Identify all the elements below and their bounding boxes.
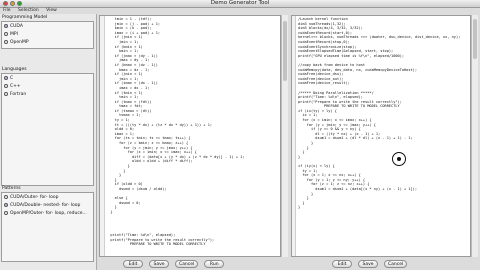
generated-editor-scrollbar[interactable]: [471, 15, 478, 257]
code-line: }: [298, 205, 301, 210]
options-panel: Programming Model CUDA MPI OpenMP Langua…: [0, 14, 97, 270]
mouse-cursor-icon: [392, 152, 406, 166]
menu-file[interactable]: File: [3, 8, 11, 13]
generated-code-editor[interactable]: /Launch kernel function dim3 numThreads(1…: [291, 15, 471, 257]
radio-icon: [4, 195, 8, 199]
radio-icon: [4, 84, 8, 88]
option-pattern-outer-loop[interactable]: CUDA/Outer- for- loop: [2, 193, 93, 201]
option-pattern-double-nested[interactable]: CUDA/Double- nested- for- loop: [2, 201, 93, 209]
source-code-editor[interactable]: tmin = 1 - (tdf); jmin = (j - pad) + 1; …: [99, 15, 281, 257]
edit-button[interactable]: Edit: [332, 260, 352, 268]
option-pattern-openmp-reduce[interactable]: OpenMP/Outer- for- loop, reduce...: [2, 209, 93, 217]
programming-model-group: Programming Model CUDA MPI OpenMP: [1, 15, 94, 49]
option-label: MPI: [10, 31, 18, 37]
save-button[interactable]: Save: [358, 260, 378, 268]
option-c[interactable]: C: [2, 74, 93, 82]
option-fortran[interactable]: Fortran: [2, 90, 93, 98]
radio-icon: [4, 24, 8, 28]
programming-model-options: CUDA MPI OpenMP: [1, 21, 94, 49]
option-label: OpenMP: [10, 39, 29, 45]
code-line: PREPARE TO WRITE TO MODEL CORRECTLY: [106, 242, 206, 247]
editor-gutter: [292, 16, 296, 256]
option-openmp[interactable]: OpenMP: [2, 38, 93, 46]
radio-icon: [4, 32, 8, 36]
menu-selection[interactable]: Selection: [18, 8, 39, 13]
app-window: Demo Generator Tool File Selection View …: [0, 0, 480, 270]
source-code-text: tmin = 1 - (tdf); jmin = (j - pad) + 1; …: [106, 17, 244, 247]
languages-group: Languages C C++ Fortran: [1, 67, 94, 186]
radio-icon: [4, 203, 8, 207]
option-cpp[interactable]: C++: [2, 82, 93, 90]
patterns-options: CUDA/Outer- for- loop CUDA/Double- neste…: [1, 192, 94, 262]
option-label: CUDA/Outer- for- loop: [10, 194, 59, 200]
cancel-button[interactable]: Cancel: [175, 260, 199, 268]
option-label: Fortran: [10, 91, 27, 97]
option-cuda[interactable]: CUDA: [2, 22, 93, 30]
editor-gutter: [100, 16, 105, 256]
generated-code-text: /Launch kernel function dim3 numThreads(1…: [298, 17, 460, 210]
scrollbar-thumb[interactable]: [283, 21, 287, 81]
radio-icon: [4, 92, 8, 96]
radio-icon: [4, 76, 8, 80]
scrollbar-thumb[interactable]: [473, 19, 477, 59]
cancel-button[interactable]: Cancel: [384, 260, 408, 268]
edit-button[interactable]: Edit: [123, 260, 143, 268]
patterns-group: Patterns CUDA/Outer- for- loop CUDA/Doub…: [1, 186, 94, 262]
option-mpi[interactable]: MPI: [2, 30, 93, 38]
generated-editor-buttons: Edit Save Cancel: [332, 260, 408, 269]
run-button[interactable]: Run: [204, 260, 225, 268]
window-title: Demo Generator Tool: [210, 0, 270, 6]
option-label: OpenMP/Outer- for- loop, reduce...: [10, 210, 87, 216]
title-bar: Demo Generator Tool: [0, 0, 480, 8]
source-editor-buttons: Edit Save Cancel Run: [123, 260, 225, 269]
radio-icon: [4, 211, 8, 215]
save-button[interactable]: Save: [149, 260, 169, 268]
radio-icon: [4, 40, 8, 44]
option-label: CUDA: [10, 23, 23, 29]
menu-view[interactable]: View: [46, 8, 57, 13]
option-label: CUDA/Double- nested- for- loop: [10, 202, 81, 208]
source-editor-scrollbar[interactable]: [281, 15, 288, 257]
option-label: C: [10, 75, 14, 81]
languages-options: C C++ Fortran: [1, 73, 94, 186]
option-label: C++: [10, 83, 21, 89]
